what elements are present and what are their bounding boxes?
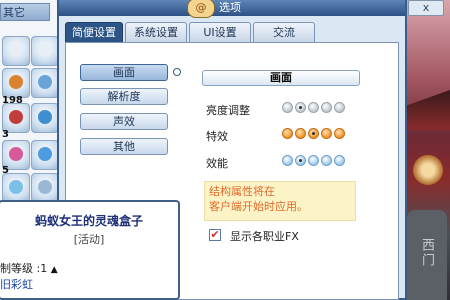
tab-ui-settings[interactable]: UI设置 [189, 22, 251, 42]
brightness-label: 亮度调整 [206, 104, 250, 117]
inventory-slot[interactable] [31, 36, 59, 66]
item-icon [9, 110, 23, 124]
side-menu-sound[interactable]: 声效 [80, 113, 168, 130]
item-count: 198 [2, 95, 23, 106]
level-dot[interactable] [334, 102, 345, 113]
tooltip-level-value: :1 [36, 262, 48, 275]
corner-close-button[interactable]: x [408, 0, 444, 16]
item-icon [38, 147, 52, 161]
section-title: 画面 [202, 70, 360, 86]
stone-inscription: 西门 [419, 238, 434, 268]
tooltip-level: 制等级 :1 ▲ [0, 260, 58, 276]
selected-indicator-icon [173, 68, 181, 76]
item-icon [38, 43, 52, 57]
level-dot[interactable] [321, 155, 332, 166]
level-dot[interactable] [295, 128, 306, 139]
level-dot[interactable] [282, 128, 293, 139]
inventory-slot[interactable] [2, 173, 30, 203]
item-count: 5 [2, 165, 9, 176]
side-menu-display[interactable]: 画面 [80, 64, 168, 81]
tab-system-settings[interactable]: 系统设置 [125, 22, 187, 42]
tab-communication[interactable]: 交流 [253, 22, 315, 42]
side-menu-other[interactable]: 其他 [80, 138, 168, 155]
restart-notice: 结构属性将在 客户端开始时应用。 [204, 181, 356, 221]
show-job-fx-label: 显示各职业FX [230, 230, 299, 243]
level-dot[interactable] [295, 155, 306, 166]
notice-line-1: 结构属性将在 [209, 185, 275, 198]
level-dot[interactable] [282, 102, 293, 113]
tooltip-title: 蚂蚁女王的灵魂盒子 [34, 214, 143, 228]
window-title: 选项 [219, 1, 241, 14]
item-icon [9, 43, 23, 57]
inventory-slot[interactable] [31, 173, 59, 203]
arrow-item-icon [9, 75, 23, 89]
tooltip-subtitle: [活动] [73, 233, 105, 246]
item-icon [38, 75, 52, 89]
level-dot[interactable] [308, 102, 319, 113]
tooltip-level-label: 制等级 [0, 262, 33, 275]
item-icon [38, 110, 52, 124]
inventory-slot[interactable] [31, 103, 59, 133]
item-tooltip: 蚂蚁女王的灵魂盒子 [活动] 制等级 :1 ▲ 旧彩虹 [0, 200, 180, 300]
level-dot[interactable] [321, 102, 332, 113]
window-emblem-icon: @ [187, 0, 215, 18]
item-count: 3 [2, 129, 9, 140]
building-roof [405, 90, 450, 130]
inventory-slot[interactable] [31, 140, 59, 170]
game-background: 西门 x [405, 0, 450, 300]
tab-simple-settings[interactable]: 简便设置 [65, 22, 123, 42]
lantern-ornament [413, 155, 443, 185]
side-menu-resolution[interactable]: 解析度 [80, 88, 168, 105]
level-dot[interactable] [282, 155, 293, 166]
inventory-slot[interactable] [31, 68, 59, 98]
level-dot[interactable] [308, 155, 319, 166]
tooltip-color: 旧彩虹 [0, 278, 33, 291]
level-dot[interactable] [334, 155, 345, 166]
level-dot[interactable] [308, 128, 319, 139]
inventory-slot[interactable] [2, 68, 30, 98]
notice-line-2: 客户端开始时应用。 [209, 200, 308, 213]
performance-label: 效能 [206, 157, 228, 170]
effects-label: 特效 [206, 130, 228, 143]
show-job-fx-checkbox[interactable]: ✔ [209, 229, 221, 241]
inventory-slot[interactable] [2, 36, 30, 66]
item-icon [9, 147, 23, 161]
level-dot[interactable] [334, 128, 345, 139]
level-dot[interactable] [321, 128, 332, 139]
item-icon [38, 180, 52, 194]
inventory-tab-other[interactable]: 其它 [0, 3, 50, 21]
item-icon [9, 180, 23, 194]
triangle-up-icon: ▲ [50, 265, 58, 275]
level-dot[interactable] [295, 102, 306, 113]
